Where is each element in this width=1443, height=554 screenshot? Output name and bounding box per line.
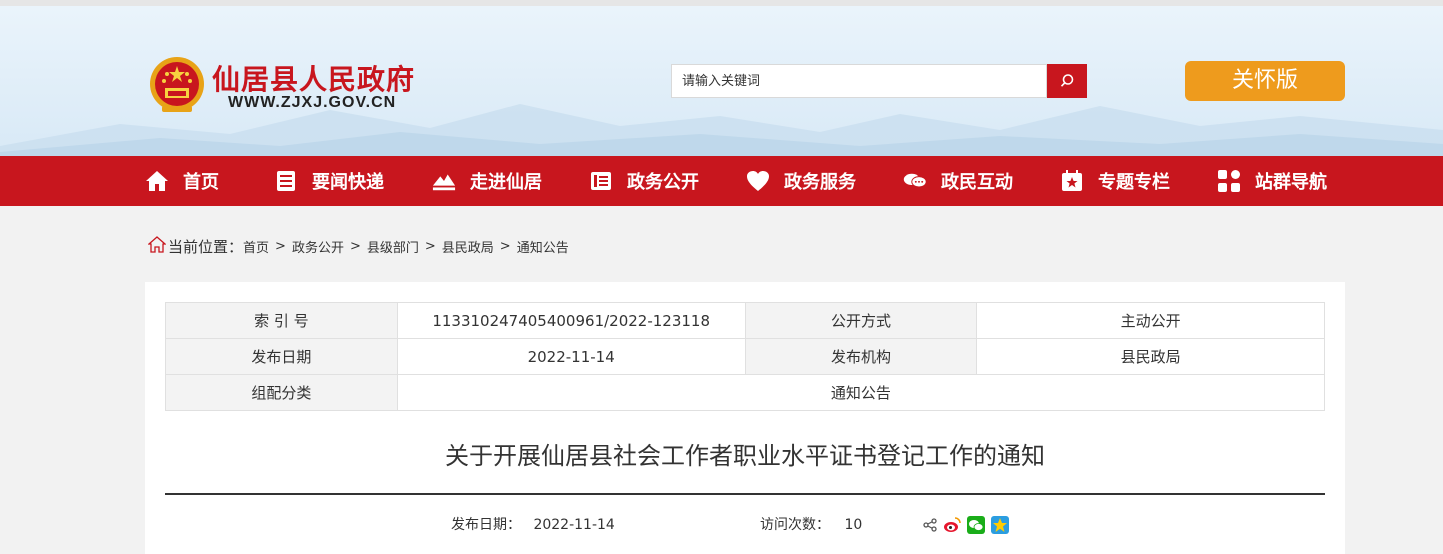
org-label: 发布机构 [744, 338, 978, 375]
nav-item-news[interactable]: 要闻快递 [274, 156, 384, 206]
nav-label: 站群导航 [1255, 172, 1327, 193]
breadcrumb-link-home[interactable]: 首页 [243, 237, 269, 256]
view-count-value: 10 [844, 517, 863, 533]
search-icon [1060, 74, 1074, 87]
nav-item-about[interactable]: 走进仙居 [432, 156, 542, 206]
category-value: 通知公告 [396, 374, 1326, 411]
chat-icon [903, 169, 927, 193]
table-row: 发布日期 2022-11-14 发布机构 县民政局 [165, 338, 1325, 375]
open-mode-value: 主动公开 [976, 302, 1325, 339]
breadcrumb-link-civil-affairs[interactable]: 县民政局 [442, 237, 494, 256]
weibo-icon[interactable] [943, 516, 961, 534]
qzone-icon[interactable] [991, 516, 1009, 534]
main-nav: 首页 要闻快递 走进仙居 政务公开 政务服务 政民互动 专题专栏 站群导航 [0, 156, 1443, 206]
open-mode-label: 公开方式 [744, 302, 978, 339]
site-title[interactable]: 仙居县人民政府 [212, 58, 415, 98]
nav-label: 走进仙居 [470, 172, 542, 193]
breadcrumb-label: 当前位置： [168, 238, 244, 256]
home-icon [145, 169, 169, 193]
care-mode-button[interactable]: 关怀版 [1185, 61, 1345, 101]
view-count: 访问次数： 10 [760, 514, 862, 534]
site-header: 仙居县人民政府 WWW.ZJXJ.GOV.CN 关怀版 [0, 6, 1443, 156]
view-count-label: 访问次数： [760, 517, 830, 533]
category-label: 组配分类 [165, 374, 398, 411]
metadata-table: 索 引 号 113310247405400961/2022-123118 公开方… [165, 302, 1326, 411]
breadcrumb-separator: > [275, 239, 286, 254]
heart-icon [746, 169, 770, 193]
nav-label: 政务服务 [784, 172, 856, 193]
article-panel: 索 引 号 113310247405400961/2022-123118 公开方… [145, 282, 1345, 554]
nav-item-public-affairs[interactable]: 政务公开 [589, 156, 699, 206]
nav-item-interaction[interactable]: 政民互动 [903, 156, 1013, 206]
breadcrumb-separator: > [349, 239, 361, 254]
table-row: 索 引 号 113310247405400961/2022-123118 公开方… [165, 302, 1325, 339]
nav-label: 要闻快递 [312, 172, 384, 193]
wechat-icon[interactable] [967, 516, 985, 534]
search-input[interactable] [672, 65, 1032, 97]
nav-label: 政民互动 [941, 172, 1013, 193]
publish-date-value: 2022-11-14 [533, 517, 615, 533]
nav-label: 专题专栏 [1098, 172, 1170, 193]
publish-date-label: 发布日期： [451, 517, 521, 533]
title-divider [165, 493, 1325, 495]
news-icon [274, 169, 298, 193]
nav-item-home[interactable]: 首页 [145, 156, 219, 206]
nav-item-site-nav[interactable]: 站群导航 [1217, 156, 1327, 206]
nav-label: 首页 [183, 172, 219, 193]
date-label: 发布日期 [165, 338, 398, 375]
share-bar [923, 516, 1009, 534]
grid-icon [1217, 169, 1241, 193]
landscape-icon [432, 169, 456, 193]
breadcrumb-separator: > [424, 239, 436, 254]
table-row: 组配分类 通知公告 [165, 374, 1326, 411]
article-title: 关于开展仙居县社会工作者职业水平证书登记工作的通知 [445, 442, 1045, 470]
nav-item-services[interactable]: 政务服务 [746, 156, 856, 206]
star-bookmark-icon [1060, 169, 1084, 193]
breadcrumb-link-public-affairs[interactable]: 政务公开 [292, 237, 344, 256]
share-icon[interactable] [923, 518, 937, 532]
publish-date: 发布日期： 2022-11-14 [451, 514, 615, 534]
org-value: 县民政局 [976, 338, 1325, 375]
public-affairs-icon [589, 169, 613, 193]
breadcrumb-link-county-departments[interactable]: 县级部门 [367, 237, 419, 256]
breadcrumb-separator: > [499, 239, 511, 254]
search-box [671, 64, 1047, 98]
site-url: WWW.ZJXJ.GOV.CN [228, 94, 397, 111]
search-button[interactable] [1047, 64, 1087, 98]
national-emblem-logo[interactable] [148, 54, 206, 116]
date-value: 2022-11-14 [396, 338, 746, 375]
index-value: 113310247405400961/2022-123118 [396, 302, 746, 339]
nav-item-topics[interactable]: 专题专栏 [1060, 156, 1170, 206]
breadcrumb-link-notices[interactable]: 通知公告 [517, 237, 569, 256]
breadcrumb: 当前位置： 首页 > 政务公开 > 县级部门 > 县民政局 > 通知公告 [147, 236, 569, 257]
home-outline-icon [147, 236, 167, 257]
nav-label: 政务公开 [627, 172, 699, 193]
index-label: 索 引 号 [165, 302, 398, 339]
